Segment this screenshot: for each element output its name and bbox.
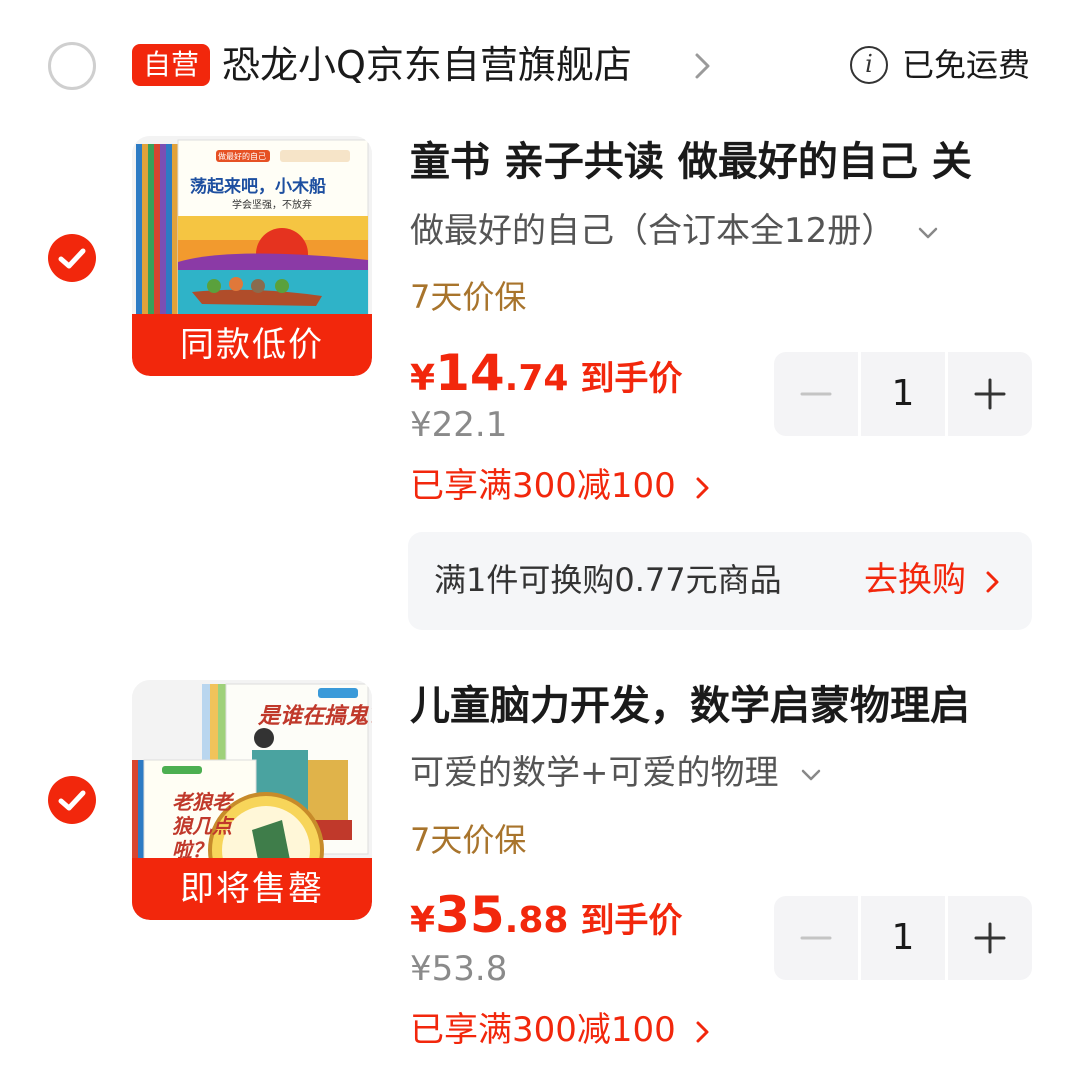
- price-label: 到手价: [580, 359, 683, 399]
- image-tag-selling-out: 即将售罄: [132, 858, 372, 920]
- image-tag-lowest-price: 同款低价: [132, 314, 372, 376]
- quantity-input[interactable]: 1: [861, 352, 945, 436]
- price-integer: 14: [435, 344, 505, 402]
- chevron-down-icon: [918, 227, 938, 238]
- product-image[interactable]: 是谁在搞鬼？ 老狼老狼几点啦？ 即将售罄: [132, 680, 372, 920]
- plus-button[interactable]: [948, 352, 1032, 436]
- price-decimal: .88: [504, 900, 569, 941]
- promotion-label: 已享满300减100: [410, 1010, 676, 1050]
- store-header: 自营 恐龙小Q京东自营旗舰店 i 已免运费: [0, 0, 1080, 130]
- price-symbol: ¥: [410, 358, 436, 399]
- quantity-input[interactable]: 1: [861, 896, 945, 980]
- chevron-down-icon: [802, 769, 821, 780]
- product-image[interactable]: 荡起来吧，小木船 学会坚强，不放弃 做最好的自己 同款低价: [132, 136, 372, 376]
- plus-icon: [974, 922, 1006, 954]
- cover-title-b: 老狼老狼几点啦？: [172, 790, 232, 862]
- item-check-icon[interactable]: [48, 234, 96, 282]
- quantity-stepper: 1: [774, 352, 1032, 436]
- price-integer: 35: [435, 886, 505, 944]
- minus-icon: [800, 936, 832, 940]
- item-check-icon[interactable]: [48, 776, 96, 824]
- quantity-stepper: 1: [774, 896, 1032, 980]
- price-label: 到手价: [580, 901, 683, 941]
- chevron-right-icon: [696, 477, 709, 498]
- spec-selector[interactable]: 做最好的自己（合订本全12册）: [410, 207, 942, 255]
- chevron-right-icon[interactable]: [688, 48, 718, 84]
- exchange-text: 满1件可换购0.77元商品: [434, 561, 782, 599]
- store-name-link[interactable]: 恐龙小Q京东自营旗舰店: [222, 38, 632, 92]
- exchange-action-label: 去换购: [864, 560, 966, 600]
- cover-title: 荡起来吧，小木船: [190, 177, 326, 197]
- promotion-link[interactable]: 已享满300减100: [410, 462, 713, 510]
- promotion-link[interactable]: 已享满300减100: [410, 1006, 713, 1054]
- spec-selector[interactable]: 可爱的数学+可爱的物理: [410, 749, 825, 797]
- product-title[interactable]: 童书 亲子共读 做最好的自己 关: [410, 134, 1050, 190]
- cover-subtitle: 学会坚强，不放弃: [232, 200, 312, 211]
- price-guarantee-label: 7天价保: [410, 278, 527, 316]
- exchange-promo-bar[interactable]: 满1件可换购0.77元商品 去换购: [408, 532, 1032, 630]
- spec-label: 做最好的自己（合订本全12册）: [410, 211, 896, 251]
- chevron-right-icon: [986, 571, 999, 592]
- spec-label: 可爱的数学+可爱的物理: [410, 753, 779, 793]
- free-shipping-label: 已免运费: [902, 46, 1031, 84]
- minus-button[interactable]: [774, 896, 858, 980]
- minus-button[interactable]: [774, 352, 858, 436]
- info-icon[interactable]: i: [850, 46, 888, 84]
- chevron-right-icon: [696, 1021, 709, 1042]
- plus-icon: [974, 378, 1006, 410]
- price-symbol: ¥: [410, 900, 436, 941]
- price-decimal: .74: [504, 358, 569, 399]
- final-price: ¥35.88 到手价: [410, 886, 682, 944]
- original-price: ¥22.1: [410, 405, 508, 445]
- store-select-radio[interactable]: [48, 42, 96, 90]
- plus-button[interactable]: [948, 896, 1032, 980]
- product-title[interactable]: 儿童脑力开发，数学启蒙物理启: [410, 678, 1050, 734]
- cover-series: 做最好的自己: [218, 152, 266, 161]
- price-guarantee-label: 7天价保: [410, 821, 527, 859]
- self-operated-badge: 自营: [132, 44, 210, 86]
- minus-icon: [800, 392, 832, 396]
- original-price: ¥53.8: [410, 949, 508, 989]
- promotion-label: 已享满300减100: [410, 466, 676, 506]
- final-price: ¥14.74 到手价: [410, 344, 682, 402]
- cover-title-a: 是谁在搞鬼？: [258, 704, 372, 729]
- exchange-action-link[interactable]: 去换购: [864, 556, 1003, 604]
